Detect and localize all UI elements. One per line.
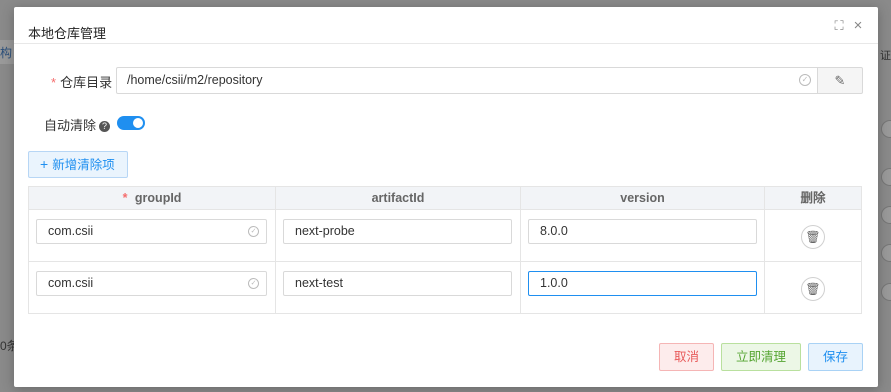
column-header-groupid: * groupId xyxy=(29,187,276,210)
cancel-button[interactable]: 取消 xyxy=(659,343,714,371)
plus-icon: + xyxy=(40,156,49,172)
delete-cell: 🗑 xyxy=(765,262,861,314)
repo-path-value: /home/csii/m2/repository xyxy=(127,73,263,87)
auto-clean-label-text: 自动清除 xyxy=(44,118,97,133)
auto-clean-label: 自动清除? xyxy=(44,115,111,134)
artifactid-input[interactable]: next-probe xyxy=(283,219,512,244)
repo-path-input[interactable]: /home/csii/m2/repository ✓ xyxy=(116,67,818,94)
groupid-value: com.csii xyxy=(48,276,94,290)
groupid-value: com.csii xyxy=(48,224,94,238)
check-circle-icon: ✓ xyxy=(248,278,259,289)
backdrop-edit-icon xyxy=(881,206,891,224)
version-cell: 8.0.0 xyxy=(521,210,765,262)
groupid-cell: com.csii ✓ xyxy=(29,210,276,262)
check-circle-icon: ✓ xyxy=(248,226,259,237)
edit-path-button[interactable]: ✎ xyxy=(818,67,863,94)
add-clean-item-button[interactable]: + 新增清除项 xyxy=(28,151,128,178)
local-repo-dialog: 本地仓库管理 ⛶ × * 仓库目录 /home/csii/m2/repositor… xyxy=(14,7,878,387)
toggle-knob xyxy=(133,118,143,128)
artifactid-cell: next-test xyxy=(276,262,521,314)
backdrop-edit-icon xyxy=(881,120,891,138)
version-input[interactable]: 8.0.0 xyxy=(528,219,757,244)
maximize-icon[interactable]: ⛶ xyxy=(832,19,846,33)
pencil-icon: ✎ xyxy=(834,73,846,88)
version-input[interactable]: 1.0.0 xyxy=(528,271,757,296)
delete-row-button[interactable]: 🗑 xyxy=(801,277,825,301)
artifactid-cell: next-probe xyxy=(276,210,521,262)
delete-row-button[interactable]: 🗑 xyxy=(801,225,825,249)
backdrop-edit-icon xyxy=(881,283,891,301)
groupid-cell: com.csii ✓ xyxy=(29,262,276,314)
save-button[interactable]: 保存 xyxy=(808,343,863,371)
backdrop-text: 构 xyxy=(0,46,13,60)
column-label: groupId xyxy=(134,191,182,205)
artifactid-input[interactable]: next-test xyxy=(283,271,512,296)
dialog-title: 本地仓库管理 xyxy=(28,26,107,41)
clean-now-button[interactable]: 立即清理 xyxy=(721,343,801,371)
repo-dir-label-text: 仓库目录 xyxy=(60,75,113,90)
column-header-artifactid: artifactId xyxy=(276,187,521,210)
backdrop-action-column xyxy=(879,40,891,390)
add-button-label: 新增清除项 xyxy=(52,158,115,172)
delete-cell: 🗑 xyxy=(765,210,861,262)
artifactid-value: next-test xyxy=(295,276,343,290)
column-header-version: version xyxy=(521,187,765,210)
help-icon[interactable]: ? xyxy=(99,121,111,132)
version-cell: 1.0.0 xyxy=(521,262,765,314)
table-header: * groupId artifactId version 删除 xyxy=(29,187,861,210)
close-icon[interactable]: × xyxy=(851,18,865,33)
dialog-header: 本地仓库管理 ⛶ × xyxy=(14,7,878,44)
column-header-delete: 删除 xyxy=(800,191,826,205)
backdrop-edit-icon xyxy=(881,168,891,186)
auto-clean-toggle[interactable] xyxy=(117,116,145,130)
table-row: com.csii ✓ next-probe 8.0.0 🗑 xyxy=(29,210,861,262)
required-mark: * xyxy=(51,75,57,90)
check-circle-icon: ✓ xyxy=(799,74,811,86)
version-value: 1.0.0 xyxy=(540,276,568,290)
groupid-input[interactable]: com.csii ✓ xyxy=(36,271,267,296)
version-value: 8.0.0 xyxy=(540,224,568,238)
backdrop-edit-icon xyxy=(881,244,891,262)
trash-icon: 🗑 xyxy=(805,230,821,244)
clean-items-table: * groupId artifactId version 删除 com.csii… xyxy=(28,186,862,314)
table-row: com.csii ✓ next-test 1.0.0 🗑 xyxy=(29,262,861,314)
groupid-input[interactable]: com.csii ✓ xyxy=(36,219,267,244)
required-mark: * xyxy=(122,191,128,205)
trash-icon: 🗑 xyxy=(805,282,821,296)
repo-dir-label: * 仓库目录 xyxy=(51,72,112,91)
artifactid-value: next-probe xyxy=(295,224,355,238)
